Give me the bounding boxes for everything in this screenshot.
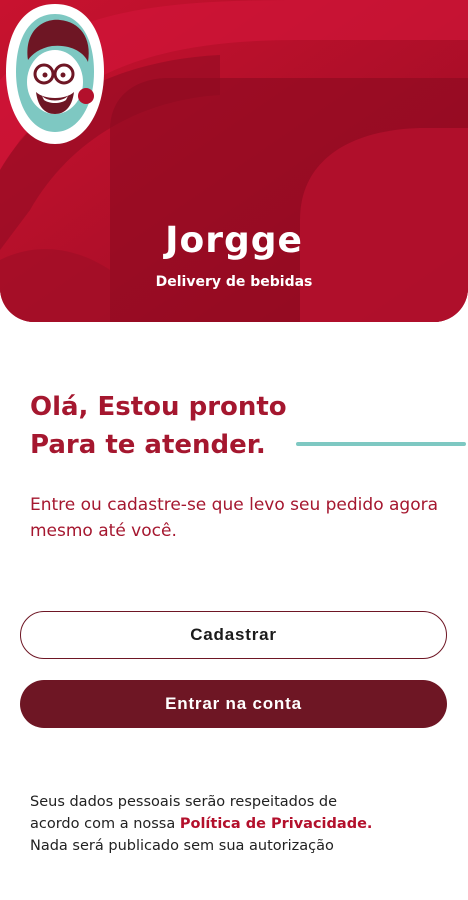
register-button[interactable]: Cadastrar [20, 611, 447, 659]
privacy-line-1: Seus dados pessoais serão respeitados de [30, 794, 337, 810]
privacy-line-2-text: acordo com a nossa [30, 816, 180, 832]
login-button[interactable]: Entrar na conta [20, 680, 447, 728]
headline-line-2: Para te atender. [30, 430, 266, 460]
privacy-line-3: Nada será publicado sem sua autorização [30, 838, 334, 854]
brand-tagline: Delivery de bebidas [155, 274, 313, 290]
mascot-logo-icon [6, 4, 104, 144]
brand-name: Jorgge [165, 220, 303, 261]
privacy-policy-link[interactable]: Política de Privacidade. [180, 816, 373, 832]
welcome-headline: Olá, Estou pronto Para te atender. [30, 388, 287, 464]
privacy-notice: Seus dados pessoais serão respeitados de… [30, 791, 450, 857]
hero-banner: Jorgge Delivery de bebidas [0, 0, 468, 322]
privacy-line-2: acordo com a nossa Política de Privacida… [30, 813, 450, 835]
headline-line-1: Olá, Estou pronto [30, 392, 287, 422]
accent-divider [296, 442, 466, 446]
welcome-subtext: Entre ou cadastre-se que levo seu pedido… [30, 495, 439, 541]
